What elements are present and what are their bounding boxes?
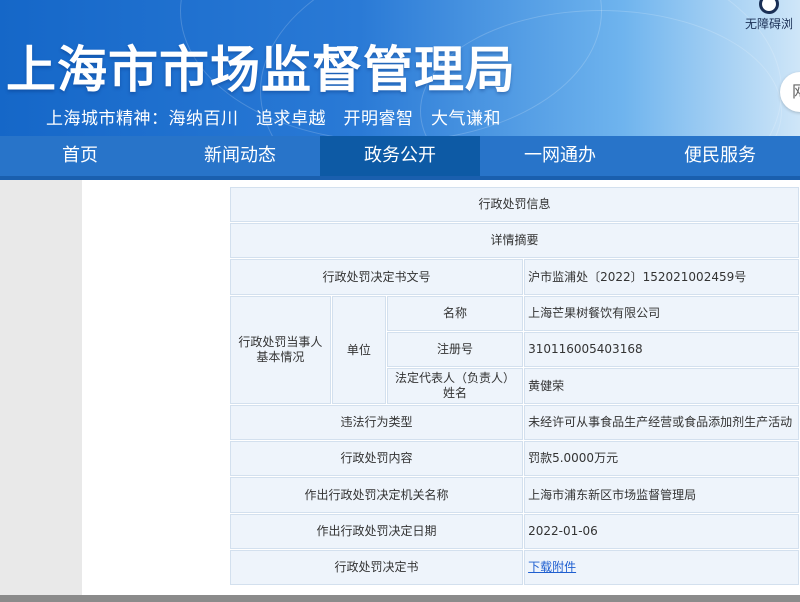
penalty-content-value: 罚款5.0000万元 bbox=[523, 440, 800, 477]
legal-representative-label: 法定代表人（负责人）姓名 bbox=[385, 367, 525, 405]
doc-number-label: 行政处罚决定书文号 bbox=[228, 258, 525, 296]
registration-number-label: 注册号 bbox=[385, 331, 525, 368]
download-attachment-link[interactable]: 下载附件 bbox=[528, 560, 576, 574]
violation-type-value: 未经许可从事食品生产经营或食品添加剂生产活动 bbox=[523, 404, 800, 441]
accessibility-label: 无障碍浏 bbox=[744, 17, 793, 31]
accessibility-button[interactable]: 无障碍浏 bbox=[738, 0, 800, 31]
search-box-text: 网 bbox=[792, 82, 800, 101]
registration-number-value: 310116005403168 bbox=[523, 331, 800, 368]
site-title: 上海市市场监督管理局 bbox=[6, 41, 516, 99]
accessibility-icon bbox=[759, 0, 779, 14]
main-nav: 首页 新闻动态 政务公开 一网通办 便民服务 bbox=[0, 136, 800, 180]
decision-document-label: 行政处罚决定书 bbox=[228, 549, 525, 586]
name-value: 上海芒果树餐饮有限公司 bbox=[523, 295, 800, 332]
table-subtitle: 详情摘要 bbox=[229, 222, 800, 259]
nav-item-home[interactable]: 首页 bbox=[0, 136, 160, 176]
decision-date-label: 作出行政处罚决定日期 bbox=[228, 513, 525, 550]
authority-value: 上海市浦东新区市场监督管理局 bbox=[523, 476, 800, 514]
nav-item-public-services[interactable]: 便民服务 bbox=[640, 136, 800, 176]
nav-item-government-affairs[interactable]: 政务公开 bbox=[320, 136, 480, 176]
table-title: 行政处罚信息 bbox=[229, 186, 800, 223]
site-header: 上海市市场监督管理局 上海城市精神：海纳百川 追求卓越 开明睿智 大气谦和 无障… bbox=[0, 0, 800, 136]
nav-item-online-services[interactable]: 一网通办 bbox=[480, 136, 640, 176]
nav-item-news[interactable]: 新闻动态 bbox=[160, 136, 320, 176]
search-box[interactable]: 网 bbox=[780, 72, 800, 112]
unit-label: 单位 bbox=[330, 295, 387, 405]
penalty-info-table: 行政处罚信息 详情摘要 行政处罚决定书文号 沪市监浦处〔2022〕1520210… bbox=[228, 186, 800, 586]
violation-type-label: 违法行为类型 bbox=[228, 404, 525, 441]
decision-document-cell: 下载附件 bbox=[523, 549, 800, 586]
site-slogan: 上海城市精神：海纳百川 追求卓越 开明睿智 大气谦和 bbox=[46, 109, 501, 129]
legal-representative-value: 黄健荣 bbox=[523, 367, 800, 405]
name-label: 名称 bbox=[385, 295, 525, 332]
authority-label: 作出行政处罚决定机关名称 bbox=[228, 476, 525, 514]
doc-number-value: 沪市监浦处〔2022〕152021002459号 bbox=[523, 258, 800, 296]
party-info-label: 行政处罚当事人基本情况 bbox=[229, 295, 332, 405]
penalty-content-label: 行政处罚内容 bbox=[228, 440, 525, 477]
decision-date-value: 2022-01-06 bbox=[523, 513, 800, 550]
horizontal-scrollbar[interactable] bbox=[0, 595, 800, 602]
